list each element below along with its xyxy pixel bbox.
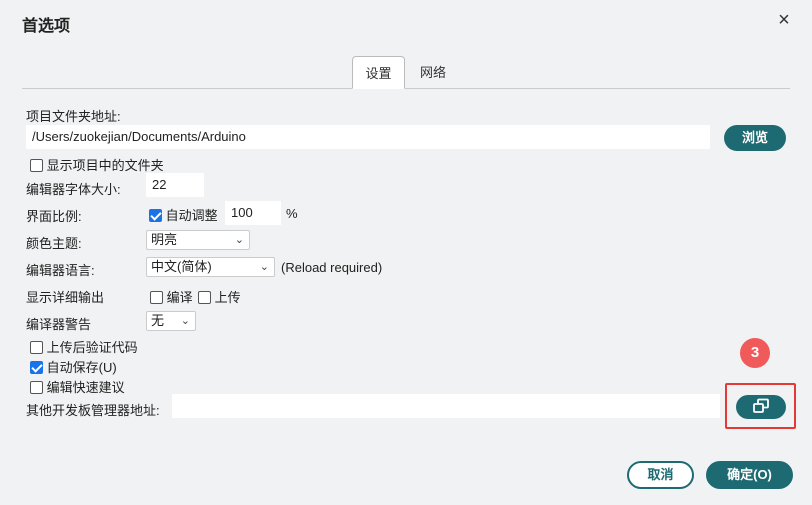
scale-input[interactable] [225,201,281,225]
tab-divider [22,88,790,89]
verbose-compile-label: 编译 [166,290,193,305]
show-files-row[interactable]: 显示项目中的文件夹 [30,155,164,174]
verify-label: 上传后验证代码 [46,340,138,355]
autosave-checkbox[interactable] [30,361,43,374]
warnings-select-value: 无 [151,313,165,328]
language-select[interactable]: 中文(简体) ⌄ [146,257,275,277]
verbose-label: 显示详细输出 [26,290,105,305]
chevron-down-icon: ⌄ [180,315,190,327]
show-files-checkbox[interactable] [30,159,43,172]
warnings-select[interactable]: 无 ⌄ [146,311,196,331]
quick-suggest-row[interactable]: 编辑快速建议 [30,377,125,396]
quick-suggest-label: 编辑快速建议 [46,380,125,395]
reload-note: (Reload required) [281,260,383,275]
board-urls-input[interactable] [172,394,720,418]
highlight-box [725,383,796,429]
show-files-label: 显示项目中的文件夹 [46,158,164,173]
autosave-label: 自动保存(U) [46,360,117,375]
verify-checkbox[interactable] [30,341,43,354]
step-badge: 3 [740,338,770,368]
auto-adjust-row[interactable]: 自动调整 [149,205,218,224]
chevron-down-icon: ⌄ [234,234,244,246]
close-icon[interactable]: × [775,10,793,30]
verbose-upload-label: 上传 [214,290,241,305]
auto-adjust-checkbox[interactable] [149,209,162,222]
autosave-row[interactable]: 自动保存(U) [30,357,117,376]
language-select-value: 中文(简体) [151,259,212,274]
verbose-upload-row[interactable]: 上传 [198,287,241,306]
font-size-input[interactable] [146,173,204,197]
dialog-title: 首选项 [22,18,71,35]
browse-button[interactable]: 浏览 [724,125,786,151]
quick-suggest-checkbox[interactable] [30,381,43,394]
language-label: 编辑器语言: [26,263,95,278]
verbose-upload-checkbox[interactable] [198,291,211,304]
theme-label: 颜色主题: [26,236,82,251]
chevron-down-icon: ⌄ [259,261,269,273]
scale-unit: % [286,206,298,221]
warnings-label: 编译器警告 [26,317,92,332]
tab-network[interactable]: 网络 [408,56,458,89]
tab-settings[interactable]: 设置 [352,56,405,89]
project-folder-input[interactable] [26,125,710,149]
cancel-button[interactable]: 取消 [627,461,694,489]
verbose-compile-row[interactable]: 编译 [150,287,193,306]
theme-select-value: 明亮 [151,232,178,247]
theme-select[interactable]: 明亮 ⌄ [146,230,250,250]
verify-row[interactable]: 上传后验证代码 [30,337,138,356]
scale-label: 界面比例: [26,209,82,224]
board-urls-label: 其他开发板管理器地址: [26,403,160,418]
project-folder-label: 项目文件夹地址: [26,109,121,124]
auto-adjust-label: 自动调整 [165,208,218,223]
ok-button[interactable]: 确定(O) [706,461,793,489]
font-size-label: 编辑器字体大小: [26,182,121,197]
verbose-compile-checkbox[interactable] [150,291,163,304]
